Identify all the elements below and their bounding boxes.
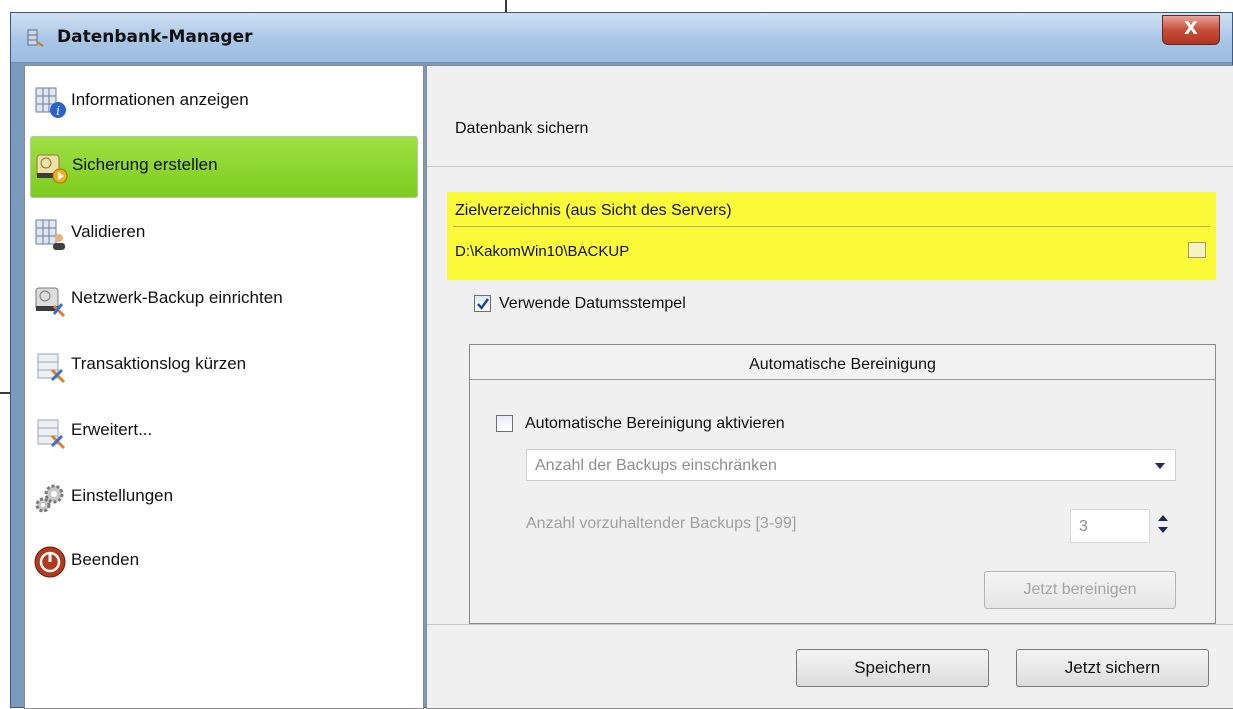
backup-count-field[interactable]: 3: [1070, 509, 1150, 543]
cleanup-group: Automatische Bereinigung Automatische Be…: [469, 344, 1216, 624]
backup-count-stepper[interactable]: 3: [1070, 509, 1178, 543]
button-bar: Speichern Jetzt sichern: [427, 624, 1233, 708]
divider: [427, 624, 1233, 625]
sidebar-item-einstellungen[interactable]: Einstellungen: [30, 468, 418, 530]
backup-count-label: Anzahl vorzuhaltender Backups [3-99]: [526, 515, 797, 532]
chevron-down-icon: [1155, 463, 1165, 469]
network-backup-icon: [35, 287, 66, 318]
sidebar-item-sicherung-erstellen[interactable]: Sicherung erstellen: [30, 136, 418, 198]
database-tools-icon: [37, 353, 66, 384]
decrement-icon[interactable]: [1158, 527, 1168, 533]
database-manager-icon: [27, 29, 44, 47]
backup-count-value: 3: [1079, 518, 1088, 535]
clean-now-button[interactable]: Jetzt bereinigen: [984, 571, 1176, 609]
sidebar-item-label: Transaktionslog kürzen: [71, 354, 247, 373]
close-icon: X: [1184, 18, 1198, 39]
divider: [453, 226, 1210, 227]
sidebar-item-label: Beenden: [71, 550, 140, 569]
title-bar[interactable]: Datenbank-Manager X: [11, 13, 1232, 63]
sidebar: i Informationen anzeigen Sicherung erste…: [24, 65, 424, 709]
gears-icon: [35, 484, 64, 513]
cleanup-group-title: Automatische Bereinigung: [749, 356, 936, 373]
divider: [427, 166, 1233, 167]
sidebar-item-label: Sicherung erstellen: [72, 155, 218, 174]
browse-button[interactable]: [1188, 242, 1206, 258]
enable-cleanup-checkbox[interactable]: [496, 415, 513, 432]
sidebar-item-validieren[interactable]: Validieren: [30, 204, 418, 266]
use-timestamp-label: Verwende Datumsstempel: [499, 295, 686, 312]
sidebar-item-erweitert[interactable]: Erweitert...: [30, 402, 418, 464]
database-info-icon: i: [35, 87, 66, 118]
database-manager-window: Datenbank-Manager X i Informationen anze…: [10, 12, 1233, 709]
target-directory-field[interactable]: D:\KakomWin10\BACKUP: [455, 243, 629, 260]
page-title: Datenbank sichern: [455, 120, 589, 137]
window-title: Datenbank-Manager: [57, 27, 253, 47]
cleanup-mode-select[interactable]: Anzahl der Backups einschränken: [526, 449, 1176, 481]
cleanup-group-header: Automatische Bereinigung: [470, 345, 1215, 380]
background-divider: [0, 392, 10, 394]
sidebar-item-beenden[interactable]: Beenden: [30, 532, 418, 594]
svg-text:i: i: [56, 104, 60, 118]
checkmark-icon: [477, 298, 489, 310]
sidebar-item-label: Einstellungen: [71, 486, 174, 505]
use-timestamp-checkbox[interactable]: [474, 295, 491, 312]
backup-create-icon: [36, 154, 68, 184]
enable-cleanup-label: Automatische Bereinigung aktivieren: [525, 415, 785, 432]
sidebar-item-label: Validieren: [71, 222, 146, 241]
database-user-icon: [35, 219, 65, 250]
sidebar-item-label: Erweitert...: [71, 420, 153, 439]
sidebar-item-label: Informationen anzeigen: [71, 90, 249, 109]
increment-icon[interactable]: [1158, 515, 1168, 521]
power-icon: [34, 546, 66, 578]
main-panel: Datenbank sichern Zielverzeichnis (aus S…: [426, 65, 1233, 709]
close-button[interactable]: X: [1162, 15, 1220, 45]
sidebar-item-informationen-anzeigen[interactable]: i Informationen anzeigen: [30, 72, 418, 134]
background-divider: [505, 0, 507, 12]
sidebar-item-label: Netzwerk-Backup einrichten: [71, 288, 283, 307]
target-directory-label: Zielverzeichnis (aus Sicht des Servers): [455, 202, 732, 219]
database-tools-icon: [37, 419, 66, 450]
target-directory-group: Zielverzeichnis (aus Sicht des Servers) …: [447, 192, 1216, 280]
save-button[interactable]: Speichern: [796, 649, 989, 687]
backup-now-button[interactable]: Jetzt sichern: [1016, 649, 1209, 687]
cleanup-mode-value: Anzahl der Backups einschränken: [535, 457, 777, 474]
sidebar-item-transaktionslog[interactable]: Transaktionslog kürzen: [30, 336, 418, 398]
sidebar-item-netzwerk-backup[interactable]: Netzwerk-Backup einrichten: [30, 270, 418, 332]
